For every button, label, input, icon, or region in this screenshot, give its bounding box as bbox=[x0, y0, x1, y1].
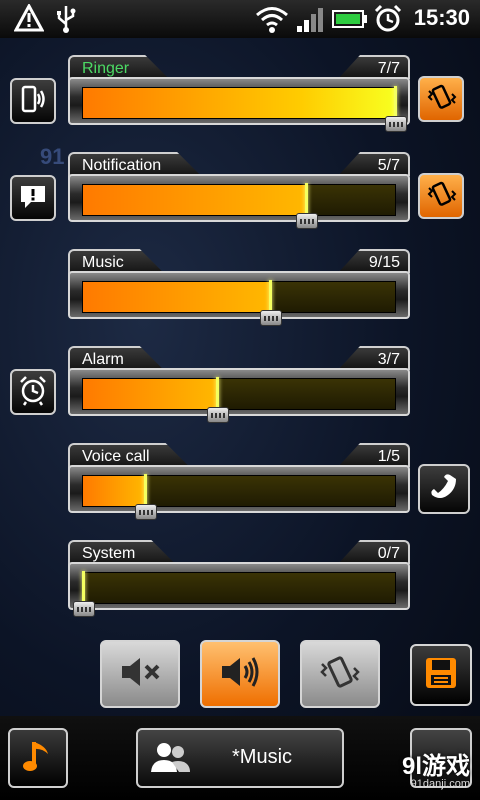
voice-call-knob[interactable] bbox=[135, 504, 158, 520]
save-icon bbox=[423, 655, 459, 696]
mute-button[interactable] bbox=[100, 640, 180, 708]
ringer-toggle-button[interactable] bbox=[10, 78, 56, 124]
status-time: 15:30 bbox=[413, 5, 470, 30]
alarm-icon bbox=[17, 374, 49, 411]
notification-marker bbox=[304, 183, 308, 217]
ringer-value: 7/7 bbox=[338, 55, 410, 79]
voice-call-volume-panel: Voice call 1/5 bbox=[68, 443, 410, 520]
alarm-slider[interactable] bbox=[68, 368, 410, 423]
system-slider[interactable] bbox=[68, 562, 410, 617]
voice-call-track bbox=[82, 474, 396, 520]
music-marker bbox=[269, 280, 273, 314]
people-icon bbox=[148, 738, 192, 783]
music-profile-button[interactable] bbox=[8, 728, 68, 788]
alarm-clock-icon bbox=[374, 4, 402, 39]
voice-call-marker bbox=[144, 474, 148, 508]
ringer-vibrate-button[interactable] bbox=[418, 76, 464, 122]
vibrate-icon bbox=[425, 178, 457, 215]
save-profile-button[interactable] bbox=[410, 644, 472, 706]
voice-call-value: 1/5 bbox=[338, 443, 410, 467]
profile-label: *Music bbox=[232, 746, 293, 768]
vibrate-icon bbox=[316, 652, 364, 697]
voice-call-slider[interactable] bbox=[68, 465, 410, 520]
alarm-knob[interactable] bbox=[206, 407, 229, 423]
voice-call-fill bbox=[83, 476, 146, 506]
music-track bbox=[82, 280, 396, 326]
status-bar: 15:30 bbox=[0, 0, 480, 38]
ringer-icon bbox=[17, 83, 49, 120]
usb-icon bbox=[54, 4, 78, 39]
notification-toggle-button[interactable] bbox=[10, 175, 56, 221]
notification-vibrate-button[interactable] bbox=[418, 173, 464, 219]
ringer-volume-panel: Ringer 7/7 bbox=[68, 55, 410, 132]
ringer-fill bbox=[83, 88, 395, 118]
notification-icon bbox=[17, 180, 49, 217]
music-note-icon bbox=[20, 736, 56, 781]
ringer-marker bbox=[394, 86, 397, 120]
wifi-icon bbox=[254, 4, 290, 39]
music-knob[interactable] bbox=[260, 310, 283, 326]
ringer-slider[interactable] bbox=[68, 77, 410, 132]
system-value: 0/7 bbox=[338, 540, 410, 564]
alarm-fill bbox=[83, 379, 217, 409]
phone-icon bbox=[426, 469, 462, 510]
system-volume-panel: System 0/7 bbox=[68, 540, 410, 617]
signal-icon bbox=[296, 4, 324, 39]
music-fill bbox=[83, 282, 271, 312]
sound-on-button[interactable] bbox=[200, 640, 280, 708]
warning-icon bbox=[13, 2, 45, 37]
watermark-url: 91danji.com bbox=[410, 778, 470, 790]
system-marker bbox=[82, 571, 85, 605]
sound-icon bbox=[216, 652, 264, 697]
watermark-logo: 9l游戏 bbox=[401, 753, 470, 780]
vibrate-icon bbox=[425, 81, 457, 118]
alarm-marker bbox=[215, 377, 219, 411]
mute-icon bbox=[116, 652, 164, 697]
system-track bbox=[73, 571, 396, 617]
music-value: 9/15 bbox=[338, 249, 410, 273]
system-knob[interactable] bbox=[73, 601, 95, 617]
notification-slider[interactable] bbox=[68, 174, 410, 229]
profile-selector-button[interactable]: *Music bbox=[136, 728, 344, 788]
battery-icon bbox=[332, 4, 368, 39]
alarm-toggle-button[interactable] bbox=[10, 369, 56, 415]
notification-value: 5/7 bbox=[338, 152, 410, 176]
voice-call-button[interactable] bbox=[418, 464, 470, 514]
alarm-value: 3/7 bbox=[338, 346, 410, 370]
music-volume-panel: Music 9/15 bbox=[68, 249, 410, 326]
notification-track bbox=[82, 183, 396, 229]
notification-knob[interactable] bbox=[295, 213, 318, 229]
ringer-track bbox=[82, 86, 407, 132]
notification-volume-panel: Notification 5/7 bbox=[68, 152, 410, 229]
music-slider[interactable] bbox=[68, 271, 410, 326]
faint-watermark: 91 bbox=[40, 144, 65, 169]
ringer-knob[interactable] bbox=[385, 116, 407, 132]
vibrate-mode-button[interactable] bbox=[300, 640, 380, 708]
alarm-track bbox=[82, 377, 396, 423]
notification-fill bbox=[83, 185, 306, 215]
alarm-volume-panel: Alarm 3/7 bbox=[68, 346, 410, 423]
